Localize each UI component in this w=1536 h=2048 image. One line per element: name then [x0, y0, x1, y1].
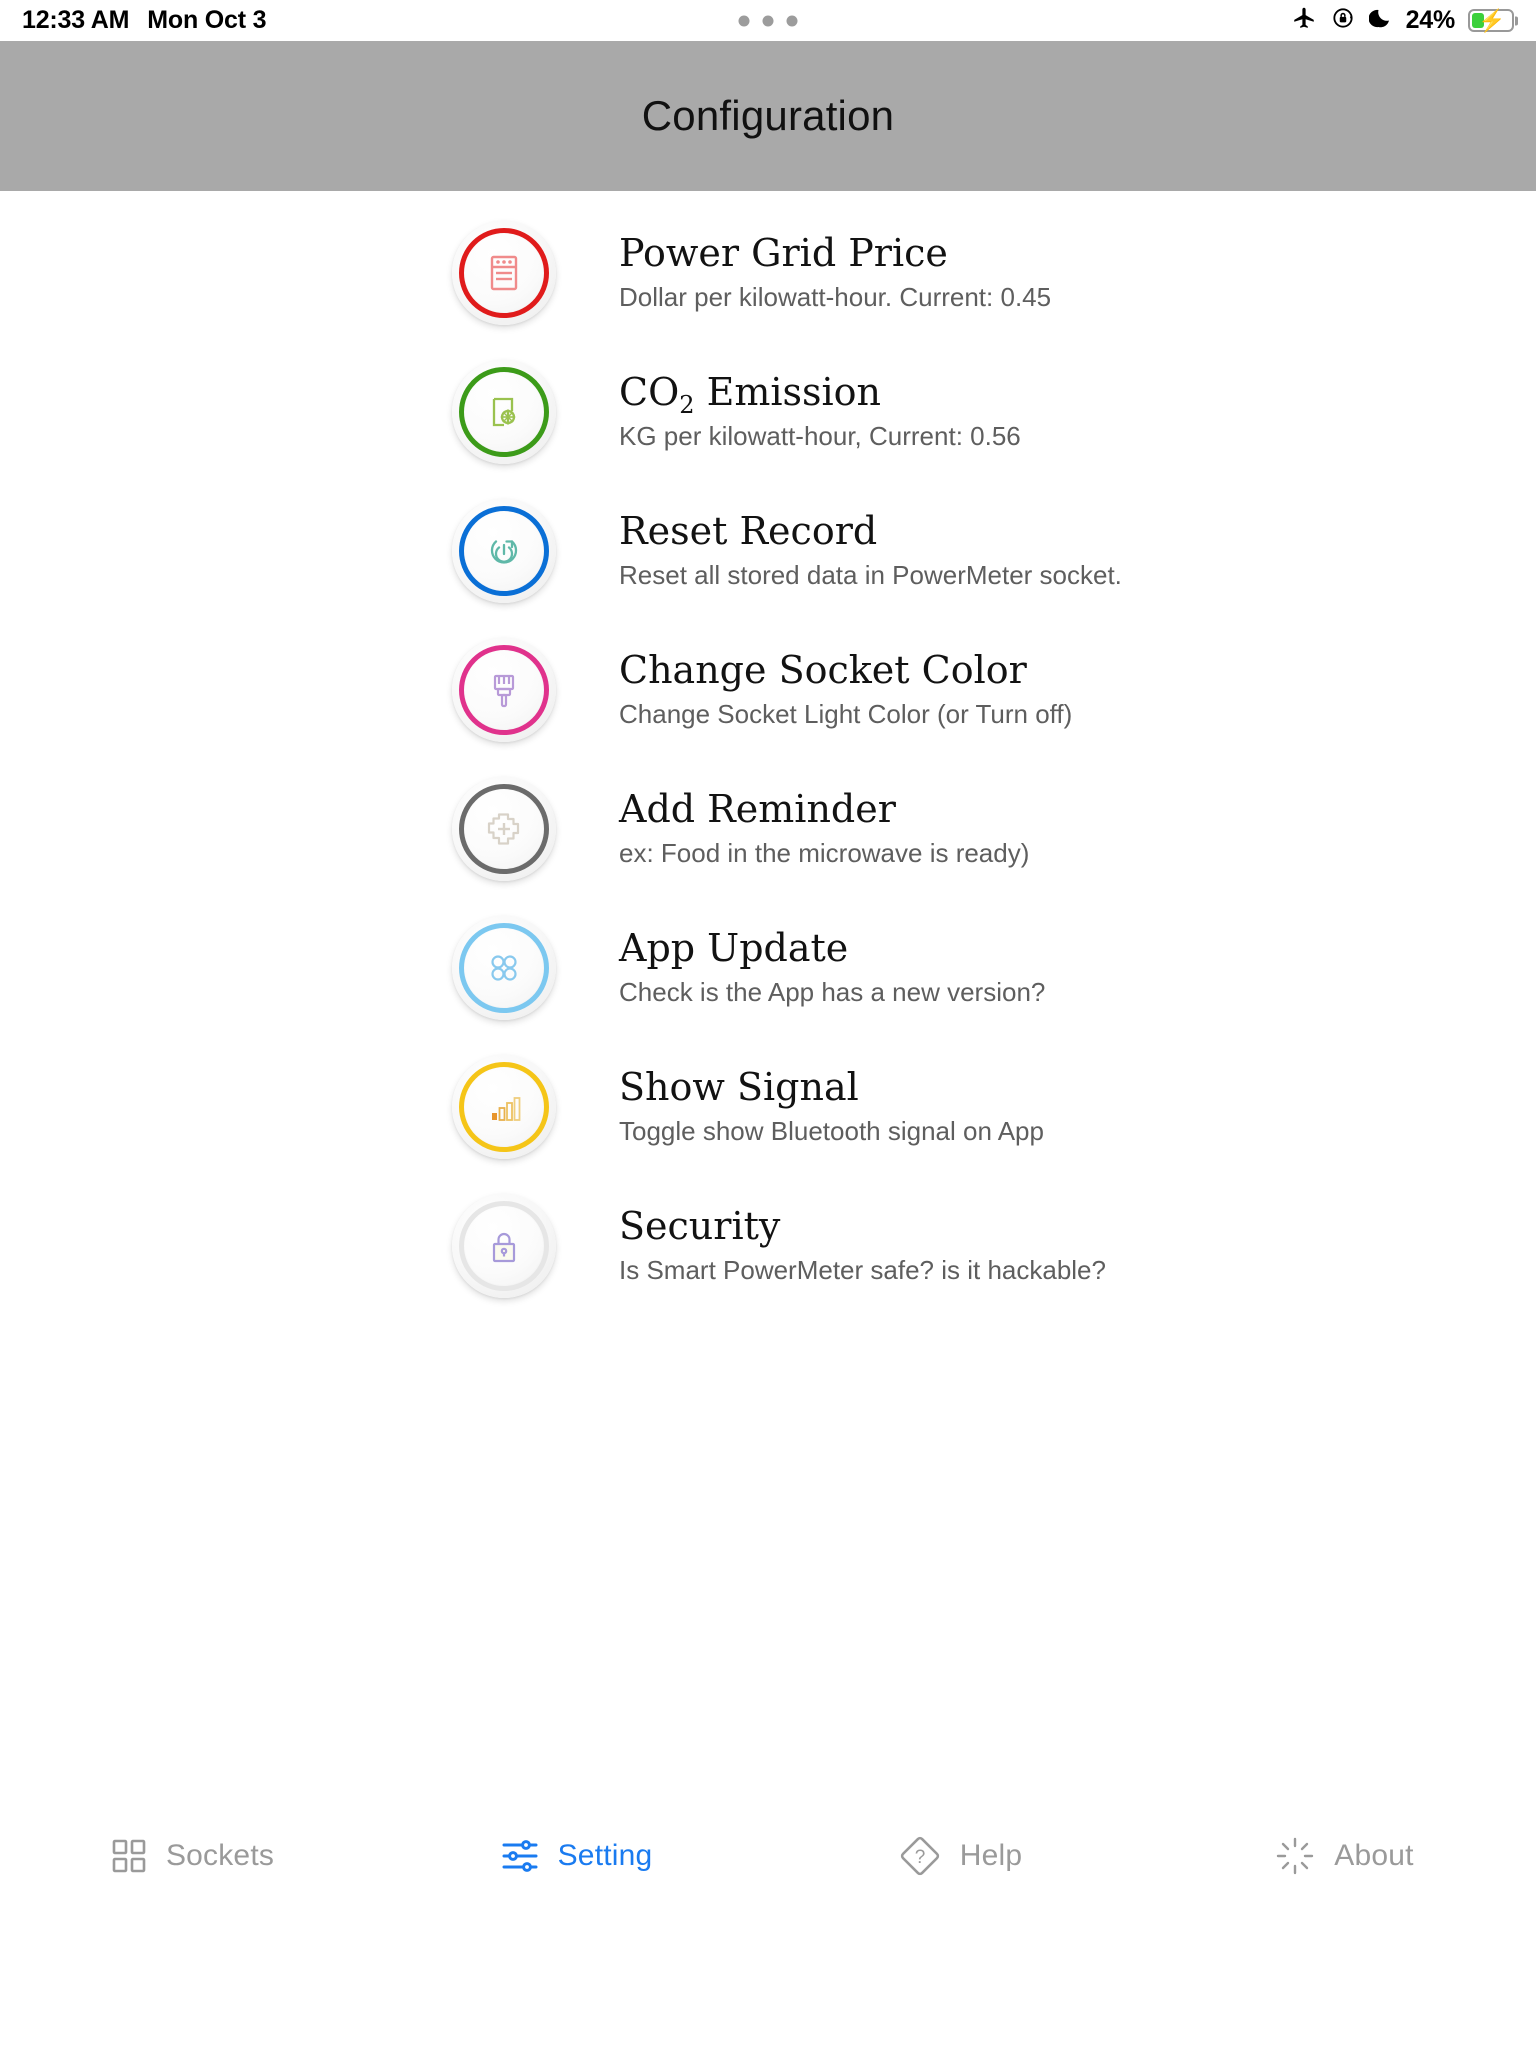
list-item-change-socket-color[interactable]: Change Socket Color Change Socket Light …: [0, 620, 1536, 759]
list-item-co2-emission[interactable]: CO2 Emission KG per kilowatt-hour, Curre…: [0, 342, 1536, 481]
bottom-tab-bar: Sockets Setting ? Help About: [0, 1792, 1536, 1920]
list-item-security[interactable]: Security Is Smart PowerMeter safe? is it…: [0, 1176, 1536, 1315]
list-item-title: CO2 Emission: [619, 370, 1021, 419]
tab-label-about: About: [1334, 1839, 1414, 1872]
settings-list: Power Grid Price Dollar per kilowatt-hou…: [0, 203, 1536, 1315]
tab-setting[interactable]: Setting: [384, 1792, 768, 1920]
list-item-text: Add Reminder ex: Food in the microwave i…: [619, 787, 1030, 869]
co2-label-sub: 2: [679, 391, 695, 420]
dot-icon: [786, 15, 798, 26]
list-item-text: Show Signal Toggle show Bluetooth signal…: [619, 1065, 1044, 1147]
status-bar-left: 12:33 AM Mon Oct 3: [22, 6, 266, 35]
badge-add-reminder: [452, 776, 556, 881]
list-item-title: Security: [619, 1204, 781, 1249]
list-item-subtitle: KG per kilowatt-hour, Current: 0.56: [619, 420, 1021, 451]
dot-icon: [738, 15, 750, 26]
list-item-show-signal[interactable]: Show Signal Toggle show Bluetooth signal…: [0, 1037, 1536, 1176]
list-item-text: CO2 Emission KG per kilowatt-hour, Curre…: [619, 370, 1021, 452]
co2-label-rest: Emission: [694, 370, 882, 415]
list-item-subtitle: Is Smart PowerMeter safe? is it hackable…: [619, 1254, 1106, 1285]
svg-text:?: ?: [914, 1847, 925, 1868]
tab-label-sockets: Sockets: [165, 1839, 275, 1872]
meter-document-icon: [490, 255, 518, 290]
paintbrush-icon: [493, 674, 515, 707]
list-item-add-reminder[interactable]: Add Reminder ex: Food in the microwave i…: [0, 759, 1536, 898]
list-item-subtitle: Change Socket Light Color (or Turn off): [619, 698, 1073, 729]
tab-help[interactable]: ? Help: [768, 1792, 1152, 1920]
badge-power-grid-price: [452, 220, 556, 325]
list-item-subtitle: Dollar per kilowatt-hour. Current: 0.45: [619, 281, 1052, 312]
list-item-text: App Update Check is the App has a new ve…: [619, 926, 1046, 1008]
signal-bars-icon: [492, 1096, 521, 1121]
airplane-mode-icon: [1291, 5, 1317, 36]
list-item-subtitle: Toggle show Bluetooth signal on App: [619, 1115, 1044, 1146]
four-circles-icon: [491, 954, 517, 981]
lock-icon: [492, 1232, 516, 1262]
list-item-subtitle: Reset all stored data in PowerMeter sock…: [619, 559, 1122, 590]
gear-plus-icon: [487, 812, 520, 845]
page-header: Configuration: [0, 41, 1536, 191]
tab-sockets[interactable]: Sockets: [0, 1792, 384, 1920]
list-item-title: Power Grid Price: [619, 231, 948, 276]
sliders-icon: [500, 1837, 540, 1875]
settings-content: Power Grid Price Dollar per kilowatt-hou…: [0, 191, 1536, 1920]
list-item-power-grid-price[interactable]: Power Grid Price Dollar per kilowatt-hou…: [0, 203, 1536, 342]
list-item-text: Power Grid Price Dollar per kilowatt-hou…: [619, 231, 1052, 313]
tab-about[interactable]: About: [1152, 1792, 1536, 1920]
dot-icon: [762, 15, 774, 26]
multitasking-indicator[interactable]: [738, 15, 798, 26]
badge-security: [452, 1193, 556, 1298]
status-bar-right: 24% ⚡: [1291, 5, 1514, 36]
list-item-title: Show Signal: [619, 1065, 859, 1110]
list-item-text: Security Is Smart PowerMeter safe? is it…: [619, 1204, 1106, 1286]
badge-show-signal: [452, 1054, 556, 1159]
question-diamond-icon: ?: [898, 1835, 942, 1877]
status-date: Mon Oct 3: [147, 6, 267, 34]
grid-squares-icon: [110, 1837, 148, 1875]
rotation-lock-icon: [1330, 5, 1356, 36]
list-item-title: Reset Record: [619, 509, 878, 554]
badge-reset-record: [452, 498, 556, 603]
list-item-text: Reset Record Reset all stored data in Po…: [619, 509, 1122, 591]
co2-label-main: CO: [619, 370, 680, 415]
tab-label-setting: Setting: [557, 1839, 653, 1872]
battery-charging-icon: ⚡: [1468, 9, 1514, 32]
battery-percent: 24%: [1405, 6, 1456, 34]
page-title: Configuration: [641, 92, 895, 139]
do-not-disturb-moon-icon: [1368, 6, 1393, 35]
power-reset-icon: [490, 539, 518, 564]
status-bar: 12:33 AM Mon Oct 3 24% ⚡: [0, 0, 1536, 41]
badge-app-update: [452, 915, 556, 1020]
list-item-title: Add Reminder: [619, 787, 896, 832]
badge-change-socket-color: [452, 637, 556, 742]
list-item-subtitle: ex: Food in the microwave is ready): [619, 837, 1030, 868]
sunburst-icon: [1274, 1835, 1316, 1877]
status-time: 12:33 AM: [22, 6, 130, 34]
list-item-reset-record[interactable]: Reset Record Reset all stored data in Po…: [0, 481, 1536, 620]
list-item-title: App Update: [619, 926, 849, 971]
list-item-subtitle: Check is the App has a new version?: [619, 976, 1046, 1007]
list-item-app-update[interactable]: App Update Check is the App has a new ve…: [0, 898, 1536, 1037]
tab-label-help: Help: [959, 1839, 1023, 1872]
badge-co2-emission: [452, 359, 556, 464]
list-item-title: Change Socket Color: [619, 648, 1027, 693]
document-gear-icon: [492, 397, 516, 426]
list-item-text: Change Socket Color Change Socket Light …: [619, 648, 1073, 730]
